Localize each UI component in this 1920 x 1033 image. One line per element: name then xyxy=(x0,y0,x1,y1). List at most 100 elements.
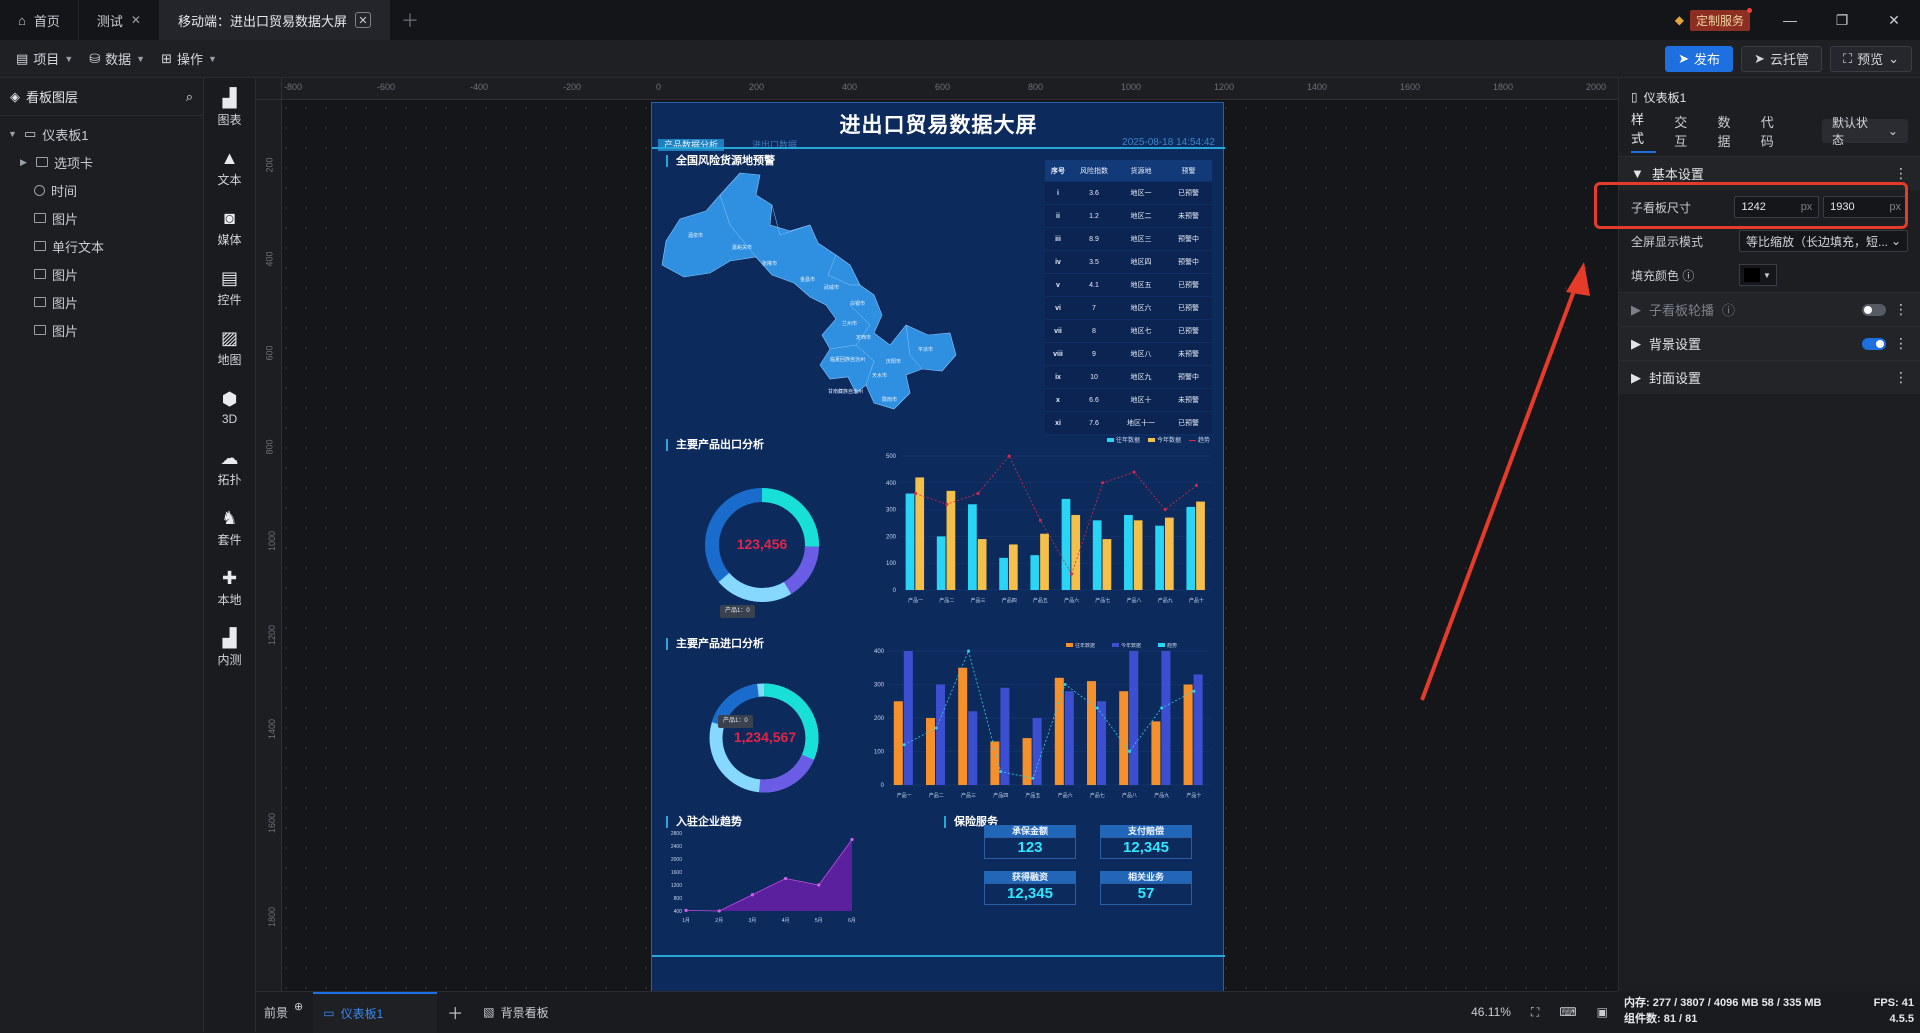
legend-label: 趋势 xyxy=(1198,438,1211,444)
layer-item[interactable]: 时间 xyxy=(0,176,203,204)
dashboard-artboard[interactable]: 进出口贸易数据大屏 产品数据分析 进出口数据 2025-08-18 14:54:… xyxy=(651,102,1225,992)
area-point xyxy=(850,837,854,842)
palette-chart[interactable]: ▟ 图表 xyxy=(204,78,255,138)
preview-button[interactable]: ⛶ 预览 ⌄ xyxy=(1829,45,1912,72)
palette-3d[interactable]: ⬢ 3D xyxy=(204,378,255,438)
x-tick-label: 产品四 xyxy=(1002,597,1017,604)
more-icon[interactable]: ⋮ xyxy=(1894,335,1908,352)
ruler-tick-label: 800 xyxy=(1028,82,1044,92)
custom-service-button[interactable]: ◆ 定制服务 xyxy=(1661,0,1764,40)
background-toggle[interactable] xyxy=(1862,337,1886,350)
palette-control[interactable]: ▤ 控件 xyxy=(204,258,255,318)
search-icon[interactable]: ⌕ xyxy=(186,89,193,105)
layer-root[interactable]: ▼ ▭ 仪表板1 xyxy=(0,120,203,148)
add-board-button[interactable]: ＋ xyxy=(437,992,473,1033)
dashboard-tab-active[interactable]: 产品数据分析 xyxy=(658,139,725,151)
layer-item[interactable]: 图片 xyxy=(0,260,203,288)
trend-line xyxy=(903,649,1195,779)
close-icon[interactable]: ✕ xyxy=(131,13,141,27)
foreground-tab[interactable]: 前景 ⊕ xyxy=(256,992,313,1033)
bar xyxy=(977,539,987,590)
caret-right-icon: ▶ xyxy=(1631,335,1641,351)
tab-test[interactable]: 测试 ✕ xyxy=(79,0,160,40)
palette-local[interactable]: ✚ 本地 xyxy=(204,558,255,618)
group-cover[interactable]: ▶ 封面设置 ⋮ xyxy=(1619,360,1920,394)
fill-color-picker[interactable]: ▼ xyxy=(1739,264,1777,286)
close-icon[interactable]: ✕ xyxy=(354,12,371,28)
board-tab[interactable]: ▭ 仪表板1 xyxy=(313,991,438,1033)
palette-beta[interactable]: ▟ 内测 xyxy=(204,618,255,678)
map-label: 临夏回族自治州 xyxy=(830,356,865,363)
state-select[interactable]: 默认状态 ⌄ xyxy=(1821,116,1908,147)
y-tick-label: 0 xyxy=(881,783,885,789)
background-board-tab[interactable]: ▧ 背景看板 xyxy=(473,992,558,1033)
image-icon xyxy=(34,213,46,223)
menu-project[interactable]: ▤ 项目 ▼ xyxy=(8,46,81,72)
palette-map[interactable]: ▨ 地图 xyxy=(204,318,255,378)
area-fill xyxy=(686,839,852,911)
table-cell: 地区二 xyxy=(1130,213,1152,220)
help-icon[interactable]: ⓘ xyxy=(1682,269,1694,283)
minimize-button[interactable]: — xyxy=(1764,0,1816,40)
add-circle-icon[interactable]: ⊕ xyxy=(294,1000,303,1013)
vertical-ruler[interactable]: 200 400 600 800 1000 1200 1400 1600 1800 xyxy=(256,100,282,991)
trend-point xyxy=(945,502,949,506)
layer-item[interactable]: 图片 xyxy=(0,288,203,316)
palette-topology[interactable]: ☁ 拓扑 xyxy=(204,438,255,498)
group-carousel[interactable]: ▶ 子看板轮播 ⓘ ⋮ xyxy=(1619,292,1920,326)
add-tab-button[interactable]: ＋ xyxy=(390,0,430,40)
trend-point xyxy=(1160,706,1164,710)
menu-operation[interactable]: ⊞ 操作 ▼ xyxy=(153,46,225,72)
expand-arrow-icon[interactable]: ▼ xyxy=(8,129,18,139)
more-icon[interactable]: ⋮ xyxy=(1894,369,1908,386)
bar xyxy=(968,711,978,785)
carousel-toggle[interactable] xyxy=(1862,303,1886,316)
table-cell: v xyxy=(1056,281,1060,289)
publish-button[interactable]: ➤ 发布 xyxy=(1665,45,1734,72)
tab-data[interactable]: 数据 xyxy=(1717,112,1742,150)
more-icon[interactable]: ⋮ xyxy=(1894,301,1908,318)
bar xyxy=(1061,498,1071,590)
more-icon[interactable]: ⋮ xyxy=(1894,165,1908,182)
bar xyxy=(1000,687,1010,785)
ruler-tick-label: 400 xyxy=(264,251,275,267)
layer-item[interactable]: ▶ 选项卡 xyxy=(0,148,203,176)
table-cell: 未预警 xyxy=(1178,213,1199,220)
prop-fill-color: 填充颜色 ⓘ ▼ xyxy=(1619,258,1920,292)
image-icon xyxy=(34,269,46,279)
tab-mobile-dashboard[interactable]: 移动端：进出口贸易数据大屏 ✕ xyxy=(159,0,390,40)
y-tick-label: 100 xyxy=(886,561,897,567)
close-window-button[interactable]: ✕ xyxy=(1868,0,1920,40)
terminal-icon[interactable]: ▣ xyxy=(1587,992,1618,1033)
expand-arrow-icon[interactable]: ▶ xyxy=(20,157,30,168)
fullscreen-select[interactable]: 等比缩放（长边填充，短... ⌄ xyxy=(1739,230,1908,252)
cloud-host-button[interactable]: ➤ 云托管 xyxy=(1741,45,1822,72)
restore-button[interactable]: ❐ xyxy=(1816,0,1868,40)
legend-swatch xyxy=(1158,643,1165,647)
dashboard-tab-other[interactable]: 进出口数据 xyxy=(752,139,797,151)
menu-data[interactable]: ⛁ 数据 ▼ xyxy=(81,46,153,72)
bar xyxy=(1129,651,1139,785)
home-icon: ⌂ xyxy=(18,12,26,28)
keyboard-icon[interactable]: ⌨ xyxy=(1549,992,1586,1033)
palette-media[interactable]: ◙ 媒体 xyxy=(204,198,255,258)
layer-item[interactable]: 图片 xyxy=(0,204,203,232)
window-tab-bar: ⌂ 首页 测试 ✕ 移动端：进出口贸易数据大屏 ✕ ＋ ◆ 定制服务 — ❐ ✕ xyxy=(0,0,1920,40)
layer-item[interactable]: 图片 xyxy=(0,316,203,344)
tab-interaction[interactable]: 交互 xyxy=(1674,112,1699,150)
palette-kit[interactable]: ♞ 套件 xyxy=(204,498,255,558)
palette-text[interactable]: ▲ 文本 xyxy=(204,138,255,198)
fit-screen-icon[interactable]: ⛶ xyxy=(1521,992,1549,1033)
tab-home[interactable]: ⌂ 首页 xyxy=(0,0,79,40)
horizontal-ruler[interactable]: -800 -600 -400 -200 0 200 400 600 800 1000 1200 140… xyxy=(282,78,1618,100)
zoom-level[interactable]: 46.11% xyxy=(1461,992,1521,1033)
table-header-row: 序号 风险指数 货源地 预警 xyxy=(1045,160,1212,182)
palette-control-label: 控件 xyxy=(217,292,242,307)
help-icon[interactable]: ⓘ xyxy=(1722,300,1735,319)
insurance-card-value: 57 xyxy=(1100,883,1192,905)
group-background[interactable]: ▶ 背景设置 ⋮ xyxy=(1619,326,1920,360)
tab-code[interactable]: 代码 xyxy=(1761,112,1786,150)
layer-item[interactable]: 单行文本 xyxy=(0,232,203,260)
control-icon: ▤ xyxy=(220,267,238,288)
tab-style[interactable]: 样式 xyxy=(1631,109,1657,153)
